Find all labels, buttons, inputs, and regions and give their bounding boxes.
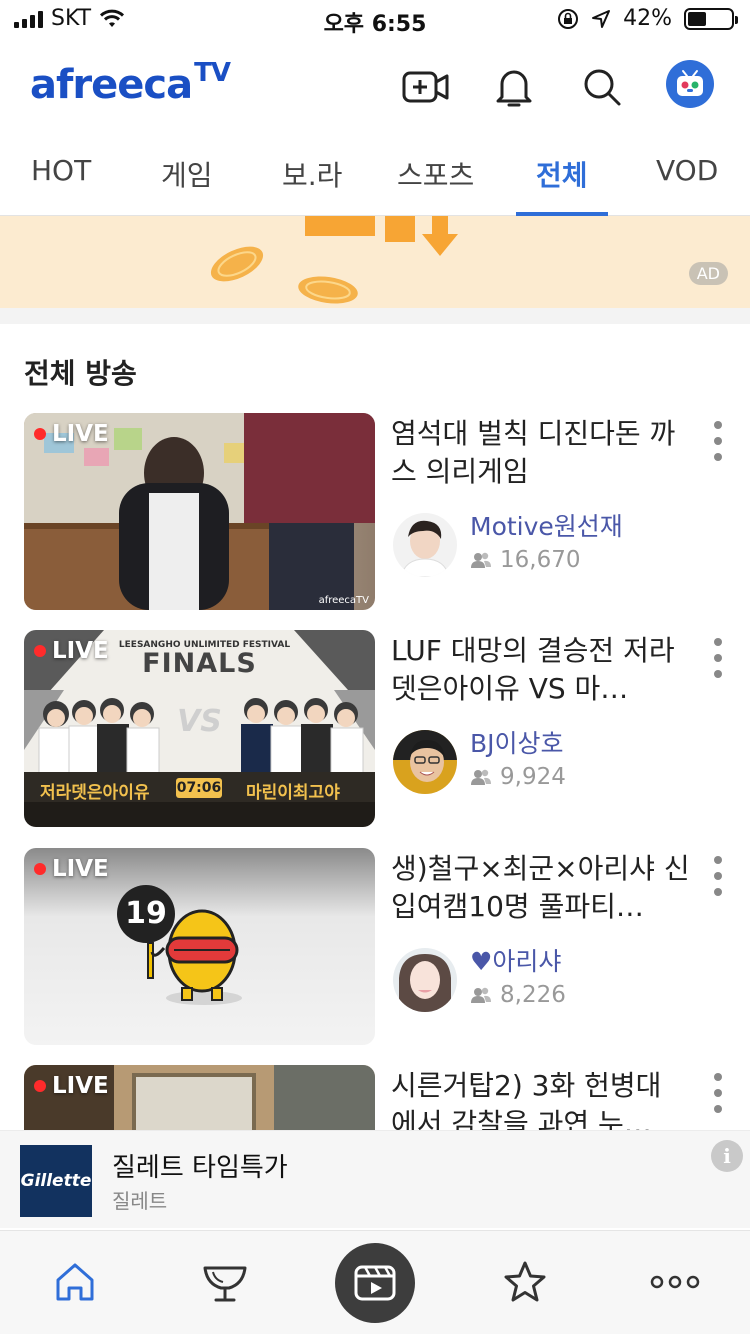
- stream-item[interactable]: LIVE afreecaTV 염석대 벌칙 디진다돈 까스 의리게임 Motiv…: [0, 413, 750, 613]
- match-score: 07:06: [176, 780, 222, 796]
- team-right-label: 마린이최고야: [246, 783, 340, 803]
- ad-subtitle: 질레트: [112, 1189, 168, 1213]
- viewers-icon: [471, 769, 491, 785]
- logo-text: afreeca: [30, 62, 193, 108]
- bj-name[interactable]: Motive원선재: [470, 507, 623, 543]
- banner-vs-text: VS: [177, 704, 222, 739]
- ad-banner-art: [210, 216, 458, 304]
- bottom-tab-bar: [0, 1230, 750, 1334]
- live-badge: LIVE: [34, 1073, 109, 1099]
- home-icon[interactable]: [50, 1257, 100, 1307]
- logo-suffix: TV: [194, 58, 231, 88]
- status-right: 42%: [557, 6, 738, 31]
- age-19-badge: 19: [125, 896, 167, 931]
- banner-finals-text: FINALS: [142, 648, 257, 679]
- stream-title[interactable]: 시른거탑2) 3화 헌병대 에서 감찰을 과연 누…: [391, 1067, 691, 1130]
- stream-title[interactable]: 생)철구×최군×아리샤 신입여캠10명 풀파티…: [391, 850, 691, 926]
- gillette-logo: Gillette: [20, 1145, 92, 1217]
- battery-percent: 42%: [623, 6, 672, 31]
- section-divider: [0, 308, 750, 324]
- more-options-icon[interactable]: [708, 1073, 728, 1113]
- stream-title[interactable]: LUF 대망의 결승전 저라뎃은아이유 VS 마…: [391, 632, 691, 708]
- stream-item[interactable]: LIVE 19 생)철구×최군×아리샤 신입여캠10명 풀파티… ♥아리샤 8,…: [0, 848, 750, 1048]
- star-icon[interactable]: [500, 1257, 550, 1307]
- section-title: 전체 방송: [24, 357, 137, 390]
- stream-thumbnail[interactable]: LIVE: [24, 1065, 375, 1130]
- tab-all[interactable]: 전체: [516, 154, 607, 216]
- viewers-icon: [471, 987, 491, 1003]
- viewer-count-value: 16,670: [500, 547, 581, 573]
- thumbnail-watermark: afreecaTV: [318, 595, 369, 606]
- viewer-count-value: 9,924: [500, 764, 566, 790]
- stream-thumbnail[interactable]: LIVE LEESANGHO UNLIMITED FESTIVAL FINALS…: [24, 630, 375, 827]
- bottom-ad-banner[interactable]: Gillette 질레트 타임특가 질레트 i: [0, 1130, 750, 1228]
- bell-icon[interactable]: [489, 62, 539, 112]
- stream-title[interactable]: 염석대 벌칙 디진다돈 까스 의리게임: [391, 415, 691, 491]
- viewer-count: 9,924: [470, 764, 566, 790]
- category-tabs: HOT 게임 보.라 스포츠 전체 VOD: [0, 132, 750, 216]
- bj-name[interactable]: ♥아리샤: [470, 942, 561, 978]
- stream-thumbnail[interactable]: LIVE afreecaTV: [24, 413, 375, 610]
- live-badge: LIVE: [34, 856, 109, 882]
- team-left-label: 저라뎃은아이유: [40, 783, 150, 803]
- tab-game[interactable]: 게임: [161, 154, 213, 216]
- viewers-icon: [471, 552, 491, 568]
- profile-icon[interactable]: [666, 60, 714, 108]
- more-icon[interactable]: [650, 1257, 700, 1307]
- info-icon[interactable]: i: [711, 1140, 743, 1172]
- bj-avatar[interactable]: [393, 730, 457, 794]
- more-options-icon[interactable]: [708, 638, 728, 678]
- stream-item[interactable]: LIVE LEESANGHO UNLIMITED FESTIVAL FINALS…: [0, 630, 750, 830]
- viewer-count: 16,670: [470, 547, 580, 573]
- search-icon[interactable]: [577, 62, 627, 112]
- play-center-icon[interactable]: [335, 1243, 415, 1323]
- camera-plus-icon[interactable]: [401, 62, 451, 112]
- more-options-icon[interactable]: [708, 856, 728, 896]
- battery-icon: [684, 7, 738, 30]
- afreecatv-logo[interactable]: afreecaTV: [30, 58, 231, 108]
- location-icon: [592, 9, 611, 28]
- battery-fill: [688, 11, 706, 26]
- stream-item[interactable]: LIVE 시른거탑2) 3화 헌병대 에서 감찰을 과연 누…: [0, 1065, 750, 1130]
- tab-hot[interactable]: HOT: [31, 154, 91, 216]
- app-header: afreecaTV: [0, 40, 750, 132]
- bj-avatar[interactable]: [393, 948, 457, 1012]
- viewer-count-value: 8,226: [500, 982, 566, 1008]
- tab-sports[interactable]: 스포츠: [397, 154, 474, 216]
- bj-name[interactable]: BJ이상호: [470, 724, 564, 760]
- live-badge: LIVE: [34, 421, 109, 447]
- tab-bora[interactable]: 보.라: [282, 154, 342, 216]
- tab-vod[interactable]: VOD: [656, 154, 718, 216]
- rotation-lock-icon: [558, 8, 579, 29]
- ad-badge: AD: [688, 262, 728, 285]
- stream-thumbnail[interactable]: LIVE 19: [24, 848, 375, 1045]
- ad-title[interactable]: 질레트 타임특가: [112, 1147, 288, 1184]
- status-bar: SKT 오후 6:55 42%: [0, 0, 750, 40]
- bj-avatar[interactable]: [393, 513, 457, 577]
- viewer-count: 8,226: [470, 982, 566, 1008]
- trophy-icon[interactable]: [200, 1257, 250, 1307]
- ad-banner[interactable]: AD: [0, 216, 750, 308]
- more-options-icon[interactable]: [708, 421, 728, 461]
